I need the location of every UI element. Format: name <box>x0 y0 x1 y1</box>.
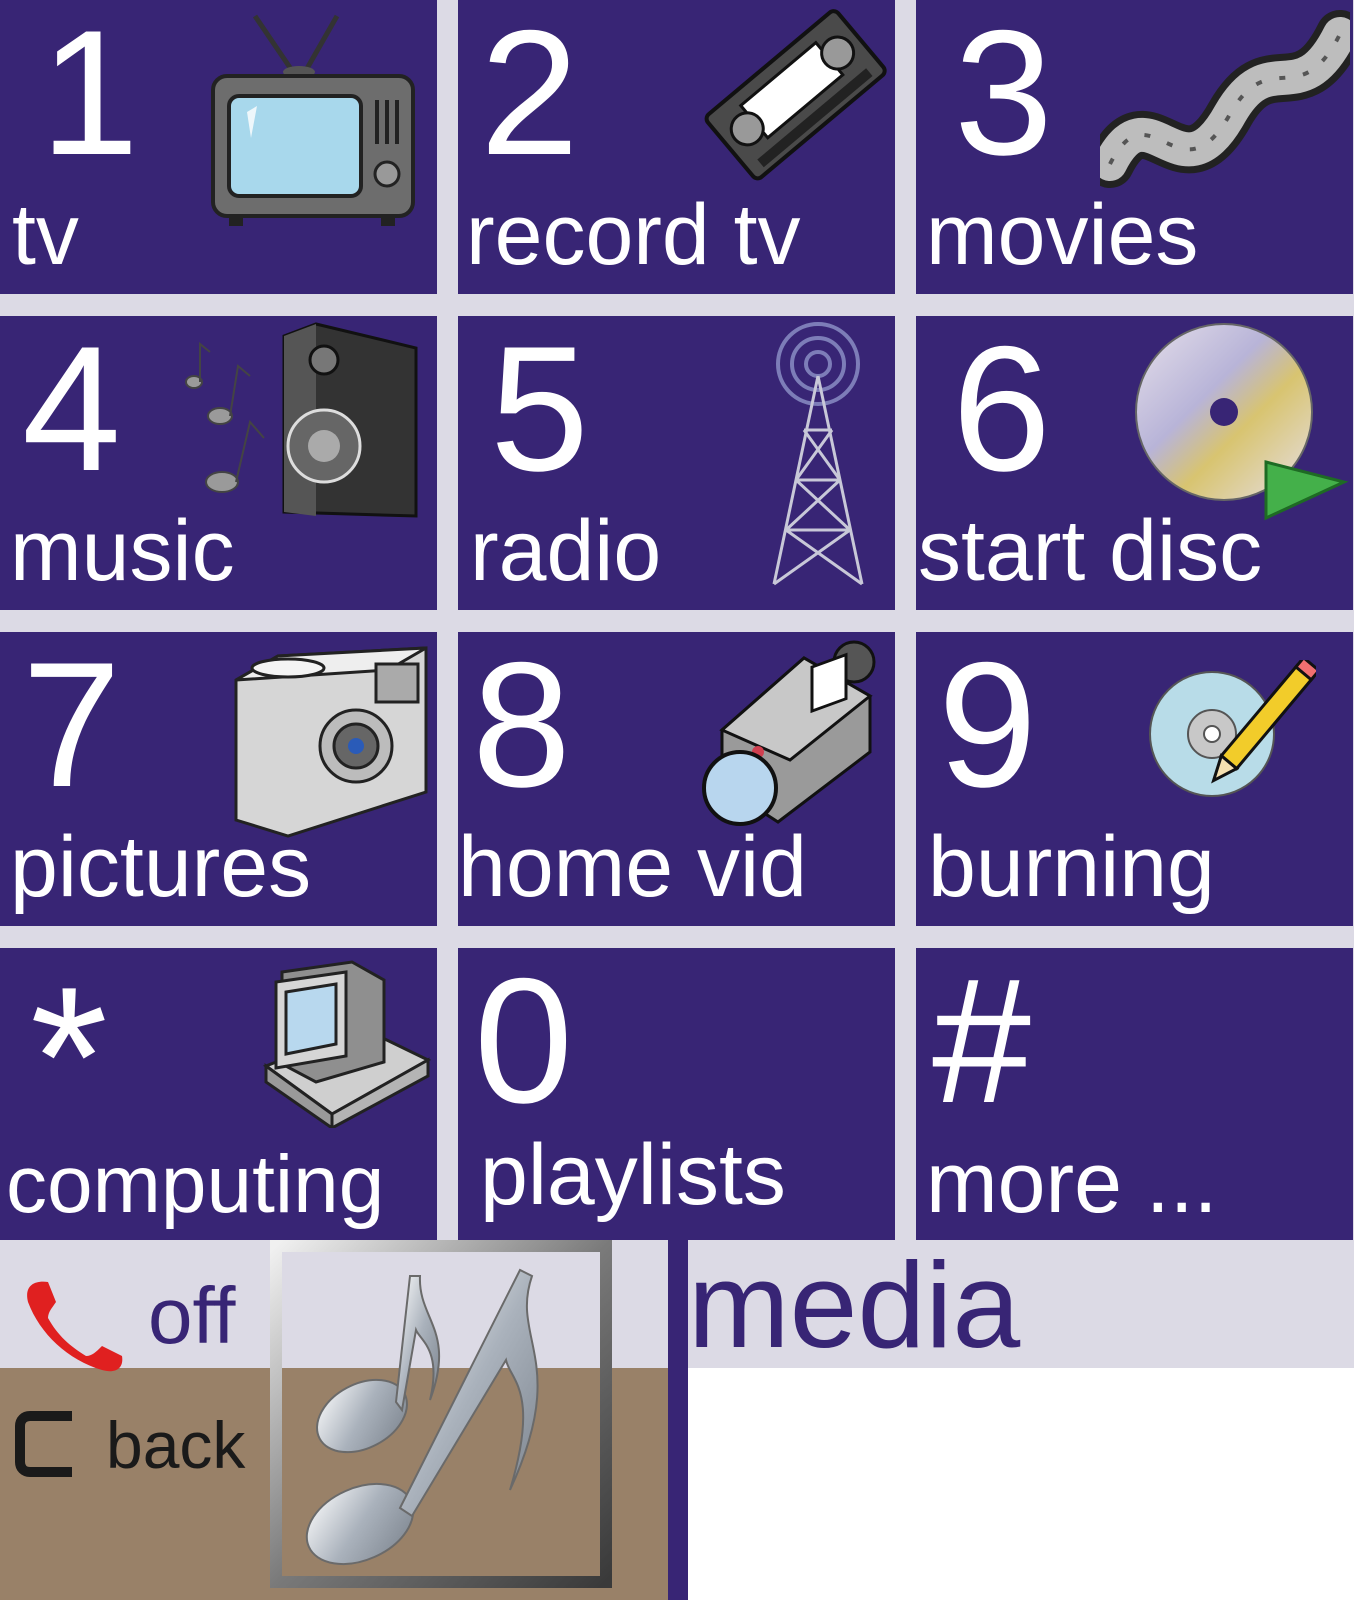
music-notes-icon <box>270 1240 612 1588</box>
tile-5-radio[interactable]: 5 radio <box>458 316 895 610</box>
phone-hangup-icon <box>27 1281 123 1372</box>
tile-key: 5 <box>490 316 589 508</box>
tile-key: 4 <box>22 316 121 508</box>
tile-label: movies <box>926 187 1199 283</box>
tile-key: 7 <box>22 632 121 824</box>
tile-3-movies[interactable]: 3 movies <box>916 0 1353 294</box>
back-label: back <box>106 1408 246 1482</box>
tile-label: computing <box>6 1139 385 1230</box>
video-cassette-icon <box>704 9 887 181</box>
film-strip-icon <box>1100 10 1350 188</box>
tile-key: 9 <box>938 632 1037 824</box>
tile-label: home vid <box>458 819 807 915</box>
tile-label: playlists <box>480 1127 786 1223</box>
tile-label: radio <box>470 503 662 599</box>
tile-key: 6 <box>952 316 1051 508</box>
tile-1-tv[interactable]: 1 tv <box>0 0 437 294</box>
divider <box>668 1240 688 1600</box>
tile-7-pictures[interactable]: 7 pictures <box>0 632 437 926</box>
radio-tower-icon <box>772 322 864 586</box>
off-button[interactable]: off <box>14 1256 264 1372</box>
disc-pencil-icon <box>1149 660 1316 797</box>
computer-icon <box>262 960 432 1128</box>
keypad-grid: 1 tv 2 record tv 3 movies 4 music 5 radi… <box>0 0 1354 1242</box>
footer-bar: off back media <box>0 1240 1354 1600</box>
disc-play-icon <box>1135 323 1349 521</box>
tile-2-record-tv[interactable]: 2 record tv <box>458 0 895 294</box>
tile-label: record tv <box>466 187 801 283</box>
tile-9-burning[interactable]: 9 burning <box>916 632 1353 926</box>
tile-key: 8 <box>472 632 571 824</box>
tile-key: 3 <box>954 0 1053 192</box>
tile-6-start-disc[interactable]: 6 start disc <box>916 316 1353 610</box>
tile-label: tv <box>12 187 79 283</box>
tile-hash-more[interactable]: # more ... <box>916 948 1353 1242</box>
c-key-icon <box>15 1411 72 1477</box>
tile-star-computing[interactable]: * computing <box>0 948 437 1242</box>
tile-key: 0 <box>474 948 573 1140</box>
tile-8-home-vid[interactable]: 8 home vid <box>458 632 895 926</box>
tile-label: more ... <box>926 1135 1218 1231</box>
speaker-music-icon <box>185 322 418 518</box>
tile-label: burning <box>928 819 1215 915</box>
tile-4-music[interactable]: 4 music <box>0 316 437 610</box>
video-camera-icon <box>702 640 876 826</box>
tile-key: # <box>932 948 1031 1140</box>
camera-icon <box>234 646 428 838</box>
off-label: off <box>148 1271 236 1360</box>
tile-key: 2 <box>480 0 579 192</box>
tile-key: 1 <box>40 0 139 192</box>
back-button[interactable]: back <box>12 1408 272 1518</box>
page-title: media <box>688 1237 1021 1373</box>
tile-key: * <box>30 948 108 1169</box>
tv-icon <box>211 14 415 226</box>
tile-0-playlists[interactable]: 0 playlists <box>458 948 895 1242</box>
